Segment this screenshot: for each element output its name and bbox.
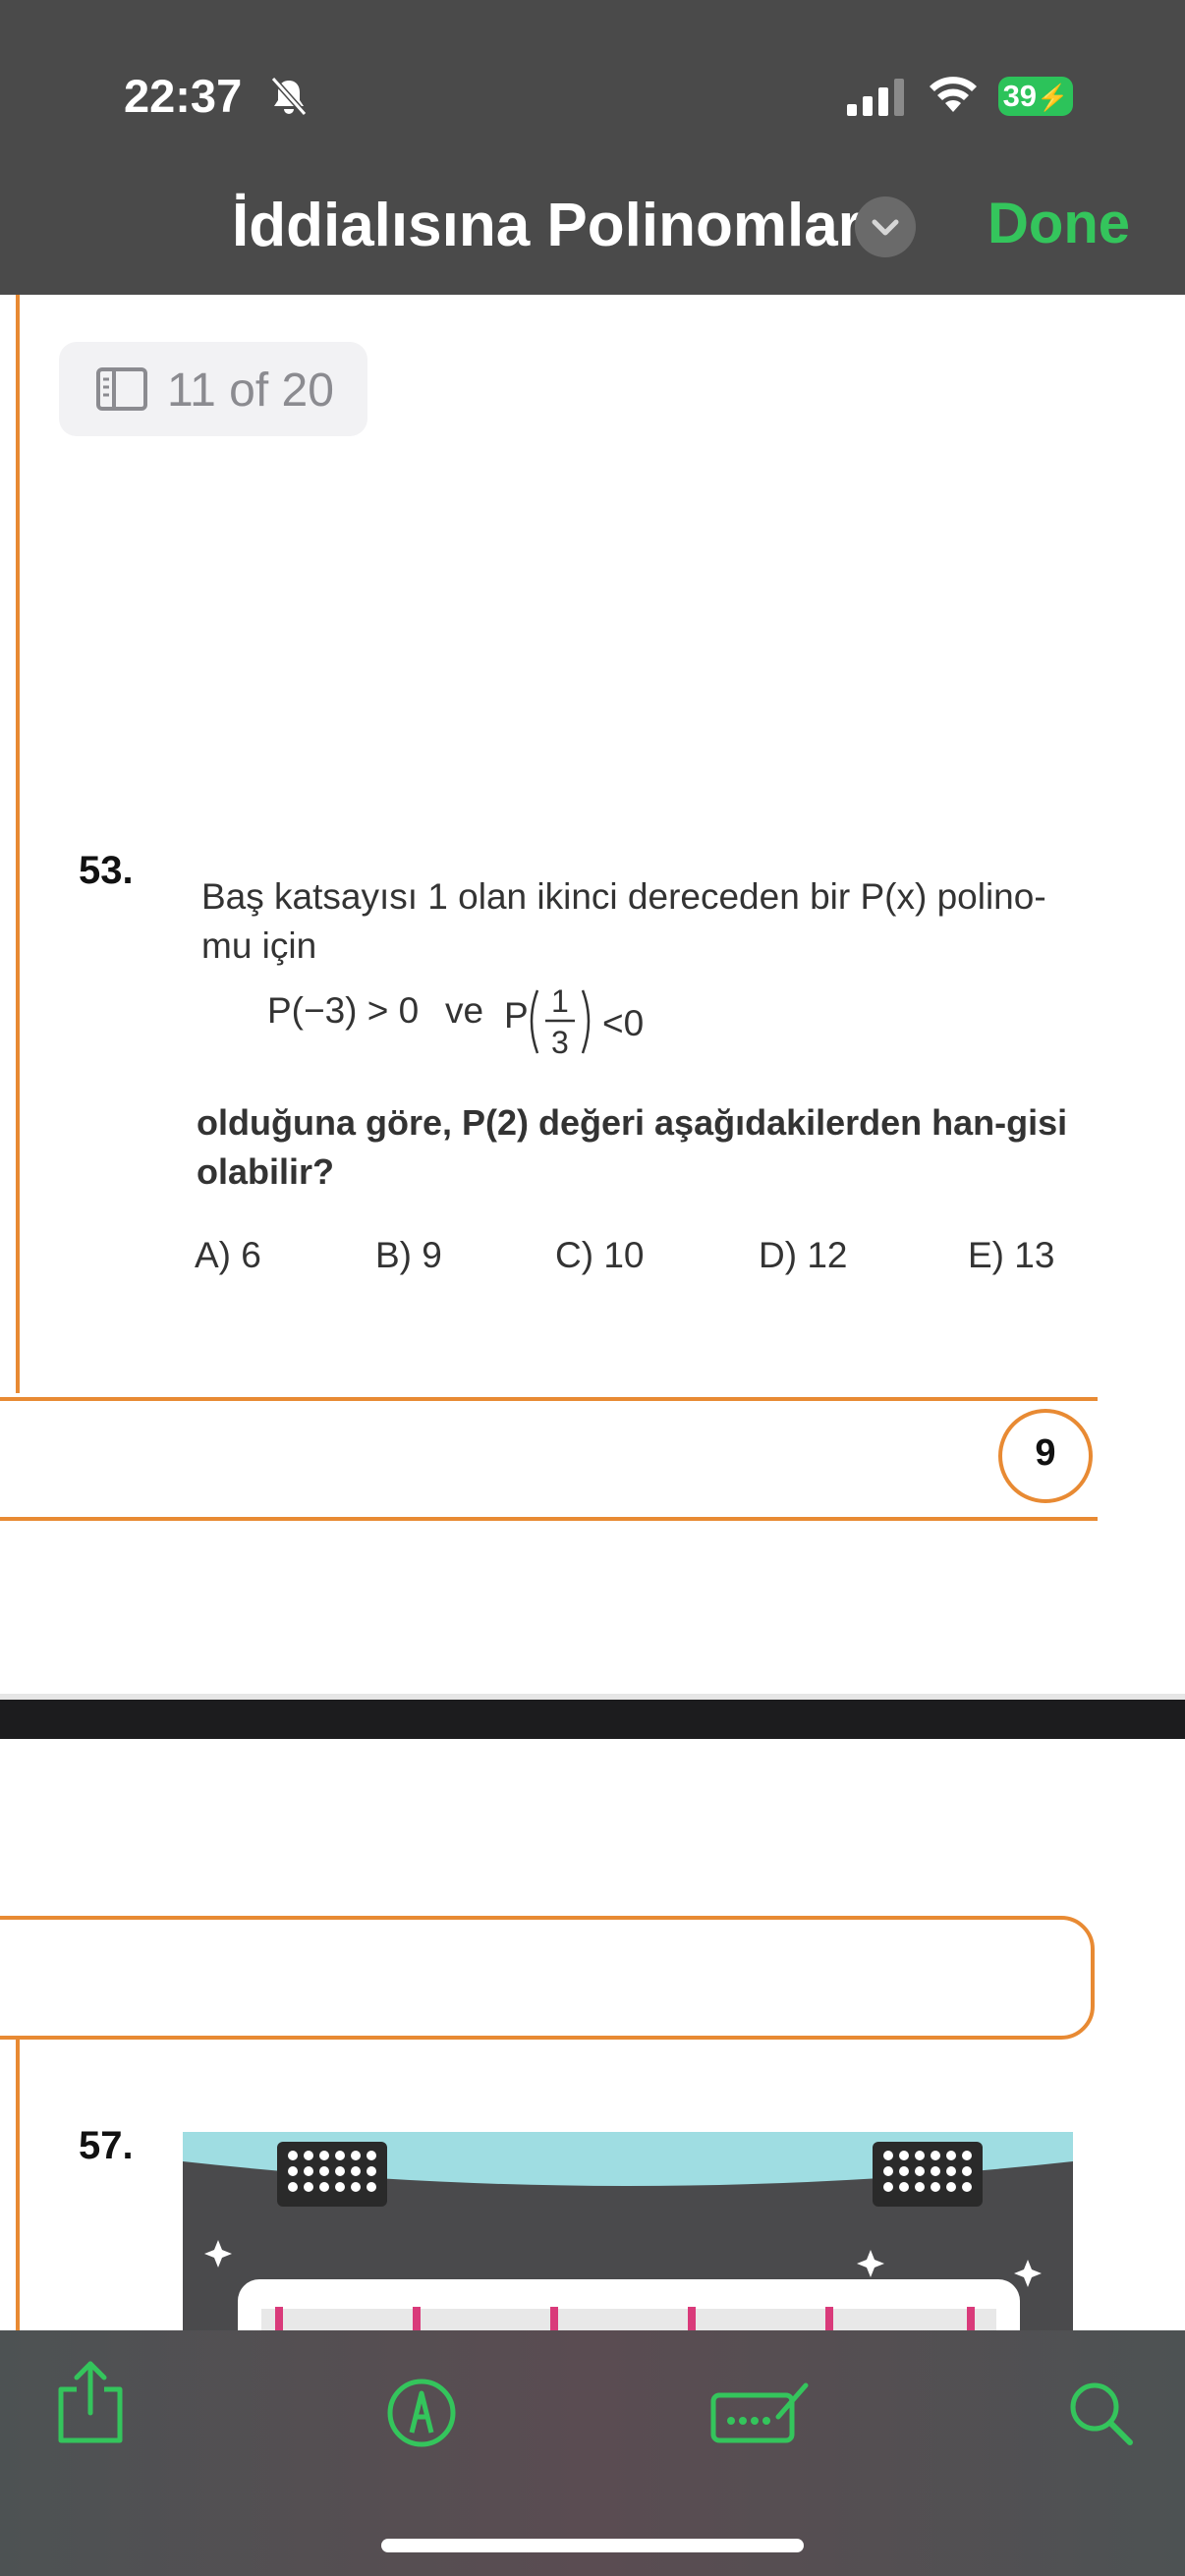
title-menu-button[interactable] [855,196,916,257]
choice-c: C) 10 [555,1235,645,1275]
document-title[interactable]: İddialısına Polinomlar [232,191,862,260]
fraction-denominator: 3 [551,1025,569,1060]
page-indicator-text: 11 of 20 [167,364,334,417]
page-border-line [16,2040,20,2334]
page-header-frame [0,1916,1095,2040]
question-text: Baş katsayısı 1 olan ikinci dereceden bi… [201,876,1046,966]
cellular-signal-icon [847,79,904,116]
sidebar-icon [96,367,147,411]
share-icon[interactable] [53,2358,128,2446]
fraction-numerator: 1 [551,983,569,1019]
fraction-suffix: <0 [602,1003,644,1043]
charging-bolt-icon: ⚡ [1037,83,1069,112]
chevron-down-icon [872,219,899,236]
choice-b: B) 9 [375,1235,442,1275]
page-border-line [16,295,20,1393]
footer-divider-bottom [0,1517,1098,1521]
page-separator [0,1700,1185,1739]
bell-slash-icon [270,77,308,116]
markup-icon[interactable] [386,2378,457,2448]
fraction-prefix: P [504,995,529,1036]
done-button[interactable]: Done [988,191,1130,256]
condition-connector: ve [445,990,484,1031]
status-time: 22:37 [124,70,243,122]
battery-level: 39 [1002,79,1038,113]
choice-d: D) 12 [759,1235,848,1275]
wifi-icon [930,77,977,112]
signature-icon[interactable] [709,2378,812,2448]
question-number: 57. [79,2124,134,2167]
footer-divider-top [0,1397,1098,1401]
page-number: 9 [1035,1432,1056,1474]
home-indicator[interactable] [381,2539,804,2552]
choice-e: E) 13 [968,1235,1055,1275]
fraction-condition: P 1 3 <0 [504,983,644,1060]
question-prompt: olduğuna göre, P(2) değeri aşağıdakilerd… [197,1102,1068,1192]
choice-a: A) 6 [195,1235,261,1275]
battery-charging-icon: 39⚡ [998,77,1073,116]
condition-left: P(−3) > 0 [267,990,420,1031]
search-icon[interactable] [1065,2378,1136,2448]
question-number: 53. [79,849,134,892]
